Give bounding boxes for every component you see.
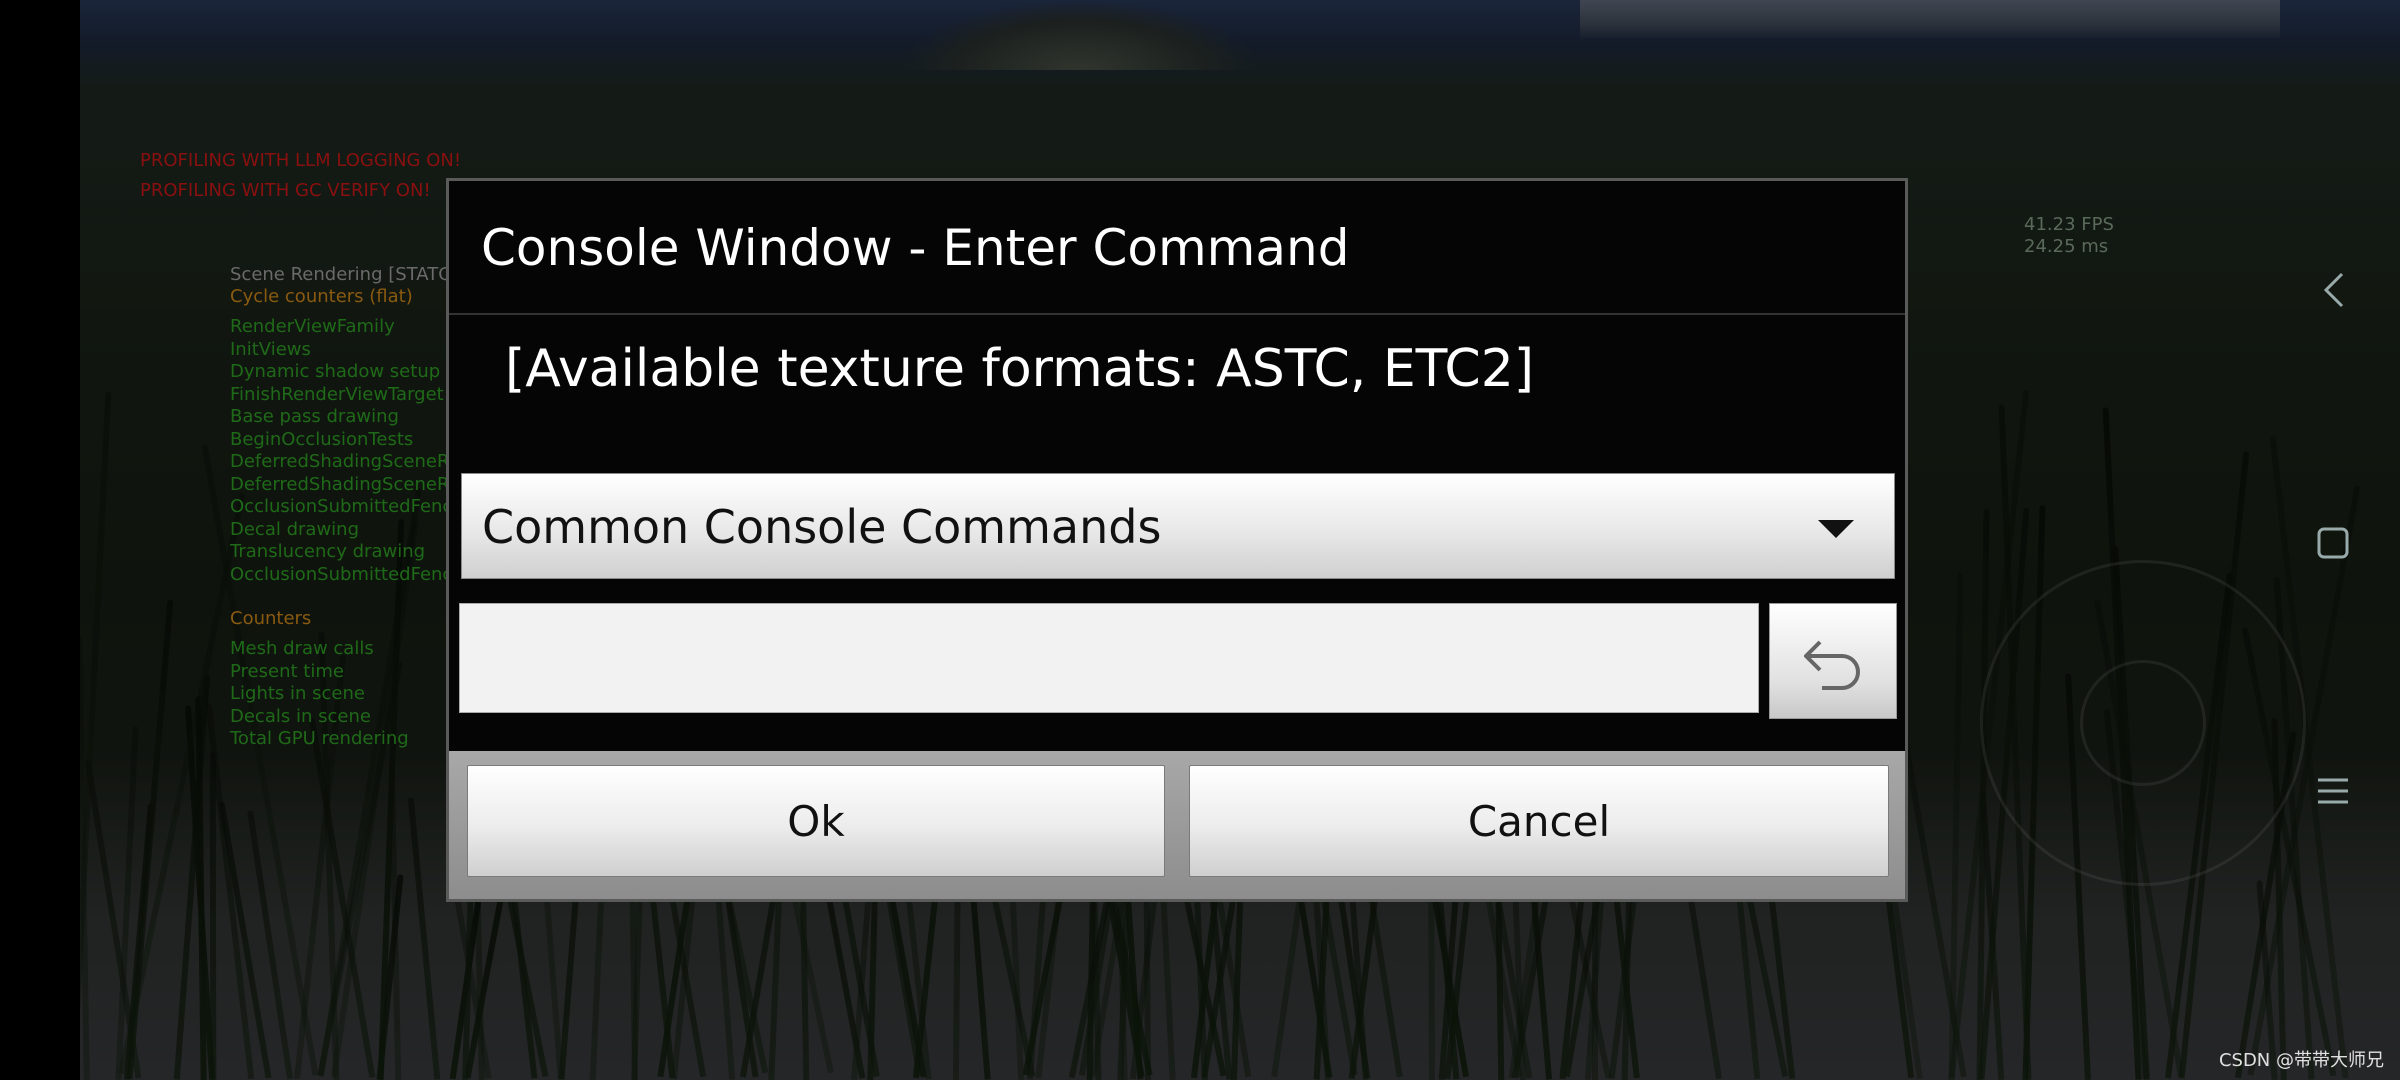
debug-stat-line: Total GPU rendering: [230, 728, 409, 749]
debug-stat-line: DeferredShadingSceneR: [230, 451, 450, 472]
debug-stat-line: OcclusionSubmittedFenc: [230, 496, 453, 517]
cycle-counters-label: Cycle counters (flat): [230, 286, 413, 307]
debug-stat-line: Lights in scene: [230, 683, 365, 704]
dialog-title: Console Window - Enter Command: [481, 219, 1350, 277]
watermark: CSDN @带带大师兄: [2218, 1050, 2384, 1071]
title-divider: [449, 313, 1905, 315]
debug-stat-line: InitViews: [230, 338, 311, 360]
menu-icon[interactable]: [2316, 770, 2350, 816]
ok-button[interactable]: Ok: [467, 765, 1165, 877]
debug-stat-line: Translucency drawing: [230, 541, 426, 562]
debug-stat-line: Dynamic shadow setup: [230, 361, 441, 382]
profiling-warning-2: PROFILING WITH GC VERIFY ON!: [140, 180, 431, 201]
profiling-warning-1: PROFILING WITH LLM LOGGING ON!: [140, 150, 462, 171]
debug-stat-line: Base pass drawing: [230, 406, 399, 427]
undo-arrow-icon: [1804, 640, 1860, 690]
counter-list: Mesh draw calls Present time Lights in sce…: [230, 638, 409, 751]
debug-stat-line: OcclusionSubmittedFenc: [230, 563, 453, 585]
cancel-button[interactable]: Cancel: [1189, 765, 1889, 877]
back-icon[interactable]: [2322, 270, 2346, 320]
debug-stat-line: Present time: [230, 660, 344, 682]
home-square-icon[interactable]: [2316, 524, 2350, 570]
texture-formats-message: [Available texture formats: ASTC, ETC2]: [505, 339, 1535, 399]
debug-stat-line: BeginOcclusionTests: [230, 428, 414, 450]
dialog-button-bar: Ok Cancel: [449, 751, 1905, 899]
debug-stat-line: FinishRenderViewTarget: [230, 383, 444, 405]
debug-stat-line: RenderViewFamily: [230, 316, 395, 337]
command-input[interactable]: [459, 603, 1759, 713]
console-dialog: Console Window - Enter Command [Availabl…: [446, 178, 1908, 902]
frame-time-value: 24.25 ms: [2024, 236, 2109, 257]
caret-down-icon: [1818, 520, 1854, 538]
counters-label: Counters: [230, 608, 312, 629]
dropdown-selected-value: Common Console Commands: [482, 500, 1162, 554]
debug-stat-line: Decals in scene: [230, 705, 371, 727]
fps-readout: 41.23 FPS 24.25 ms: [2024, 214, 2114, 258]
cycle-counter-list: RenderViewFamily InitViews Dynamic shadow …: [230, 316, 452, 586]
debug-stat-line: DeferredShadingSceneR: [230, 473, 450, 495]
common-commands-dropdown[interactable]: Common Console Commands: [461, 473, 1895, 579]
debug-stat-line: Decal drawing: [230, 518, 359, 540]
debug-stat-line: Mesh draw calls: [230, 638, 374, 659]
fps-value: 41.23 FPS: [2024, 214, 2114, 235]
undo-button[interactable]: [1769, 603, 1897, 719]
